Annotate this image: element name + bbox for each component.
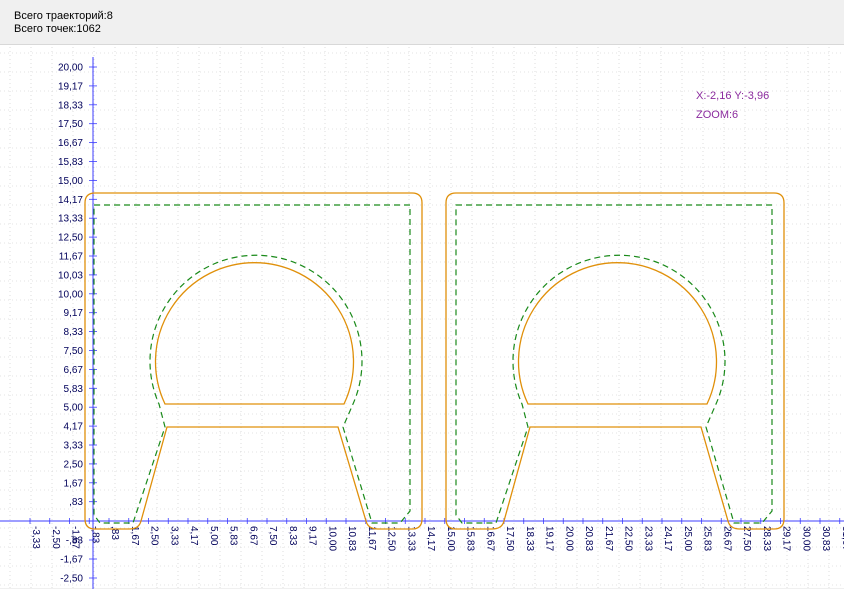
info-header: Всего траекторий:8 Всего точек:1062: [0, 0, 844, 44]
y-tick-label: 12,50: [58, 233, 83, 244]
y-tick-label: 4,17: [64, 422, 84, 433]
trajectory-count-label: Всего траекторий:8: [14, 10, 113, 22]
x-tick-label: 17,50: [504, 526, 515, 551]
x-tick-label: 2,50: [149, 526, 160, 546]
x-tick-label: 13,33: [405, 526, 416, 551]
zoom-level: ZOOM:6: [696, 109, 738, 121]
tool-path-outer-left: [84, 192, 423, 530]
y-tick-label: ,83: [69, 497, 83, 508]
y-tick-label: 2,50: [64, 459, 84, 470]
y-tick-label: 6,67: [64, 365, 84, 376]
point-count-label: Всего точек:1062: [14, 23, 101, 35]
x-tick-label: 25,00: [682, 526, 693, 551]
y-tick-label: 16,67: [58, 138, 83, 149]
x-tick-label: 30,00: [800, 526, 811, 551]
x-tick-label: 20,83: [583, 526, 594, 551]
toolpaths: [84, 192, 785, 530]
tool-path-outer-right: [445, 192, 785, 530]
y-tick-label: 15,83: [58, 157, 83, 168]
x-tick-label: 29,17: [781, 526, 792, 551]
x-tick-label: 14,17: [425, 526, 436, 551]
y-tick-label: -1,67: [60, 555, 83, 566]
x-tick-label: 6,67: [247, 526, 258, 546]
tool-path-arch-left: [154, 262, 355, 405]
y-tick-label: 8,33: [64, 327, 84, 338]
x-tick-label: 10,83: [346, 526, 357, 551]
x-tick-label: 25,83: [702, 526, 713, 551]
x-tick-label: ,83: [109, 526, 120, 540]
y-tick-label: -2,50: [60, 574, 83, 585]
y-tick-label: 19,17: [58, 81, 83, 92]
x-tick-label: 24,17: [662, 526, 673, 551]
x-tick-label: 5,83: [228, 526, 239, 546]
y-tick-label: 13,33: [58, 214, 83, 225]
plot-canvas[interactable]: 20,00 19,17 18,33 17,50 16,67 15,83 15,00 14,17…: [0, 44, 844, 589]
x-tick-label: 15,83: [465, 526, 476, 551]
tool-path-arch-right: [517, 262, 718, 405]
y-tick-label: 18,33: [58, 100, 83, 111]
x-tick-label: 8,33: [287, 526, 298, 546]
x-tick-label: 26,67: [721, 526, 732, 551]
x-tick-label: 5,00: [208, 526, 219, 546]
x-tick-label: 16,67: [484, 526, 495, 551]
y-tick-label: 1,67: [64, 478, 84, 489]
x-tick-label: -2,50: [50, 526, 61, 549]
contour-outer-right: [455, 204, 773, 524]
x-tick-label: 23,33: [642, 526, 653, 551]
y-tick-label: 20,00: [58, 63, 83, 74]
x-tick-label: 21,67: [603, 526, 614, 551]
x-tick-label: 11,67: [366, 526, 377, 551]
y-tick-label: 15,00: [58, 176, 83, 187]
x-tick-label: 30,83: [820, 526, 831, 551]
x-tick-label: 18,33: [524, 526, 535, 551]
x-tick-label: 28,33: [761, 526, 772, 551]
x-axis-ticks: -3,33 -2,50 -1,67 -,83,83 1,67 2,50 3,33 4,17 5,…: [29, 518, 844, 551]
x-tick-label: 12,50: [386, 526, 397, 551]
x-tick-label: 7,50: [267, 526, 278, 546]
y-tick-label: 9,17: [64, 308, 84, 319]
y-tick-label: 3,33: [64, 441, 84, 452]
x-tick-label: 22,50: [623, 526, 634, 551]
y-tick-label: 11,67: [59, 252, 84, 263]
cursor-coordinates: X:-2,16 Y:-3,96: [696, 90, 769, 102]
x-tick-label: 4,17: [188, 526, 199, 546]
x-tick-label: 19,17: [544, 526, 555, 551]
x-tick-label: 15,00: [445, 526, 456, 551]
contour-outer-left: [93, 204, 411, 524]
x-tick-label: 10,00: [326, 526, 337, 551]
x-tick-label: 27,50: [741, 526, 752, 551]
x-tick-label: 9,17: [307, 526, 318, 546]
y-tick-label: 5,83: [64, 384, 84, 395]
y-tick-label: 7,50: [64, 346, 84, 357]
x-tick-label: 3,33: [168, 526, 179, 546]
x-tick-label: 20,00: [563, 526, 574, 551]
x-tick-label: -3,33: [30, 526, 41, 549]
y-tick-label: 10,03: [58, 270, 83, 281]
y-tick-label: 17,50: [58, 119, 83, 130]
y-tick-label: 10,00: [58, 289, 83, 300]
y-tick-label: 14,17: [58, 195, 83, 206]
x-tick-label: 31,67: [840, 526, 844, 551]
x-tick-label: -1,67: [70, 526, 81, 549]
y-tick-label: 5,00: [64, 403, 84, 414]
y-axis-ticks: 20,00 19,17 18,33 17,50 16,67 15,83 15,00 14,17…: [58, 63, 97, 585]
toolpath-viewport[interactable]: 20,00 19,17 18,33 17,50 16,67 15,83 15,00 14,17…: [0, 45, 844, 589]
